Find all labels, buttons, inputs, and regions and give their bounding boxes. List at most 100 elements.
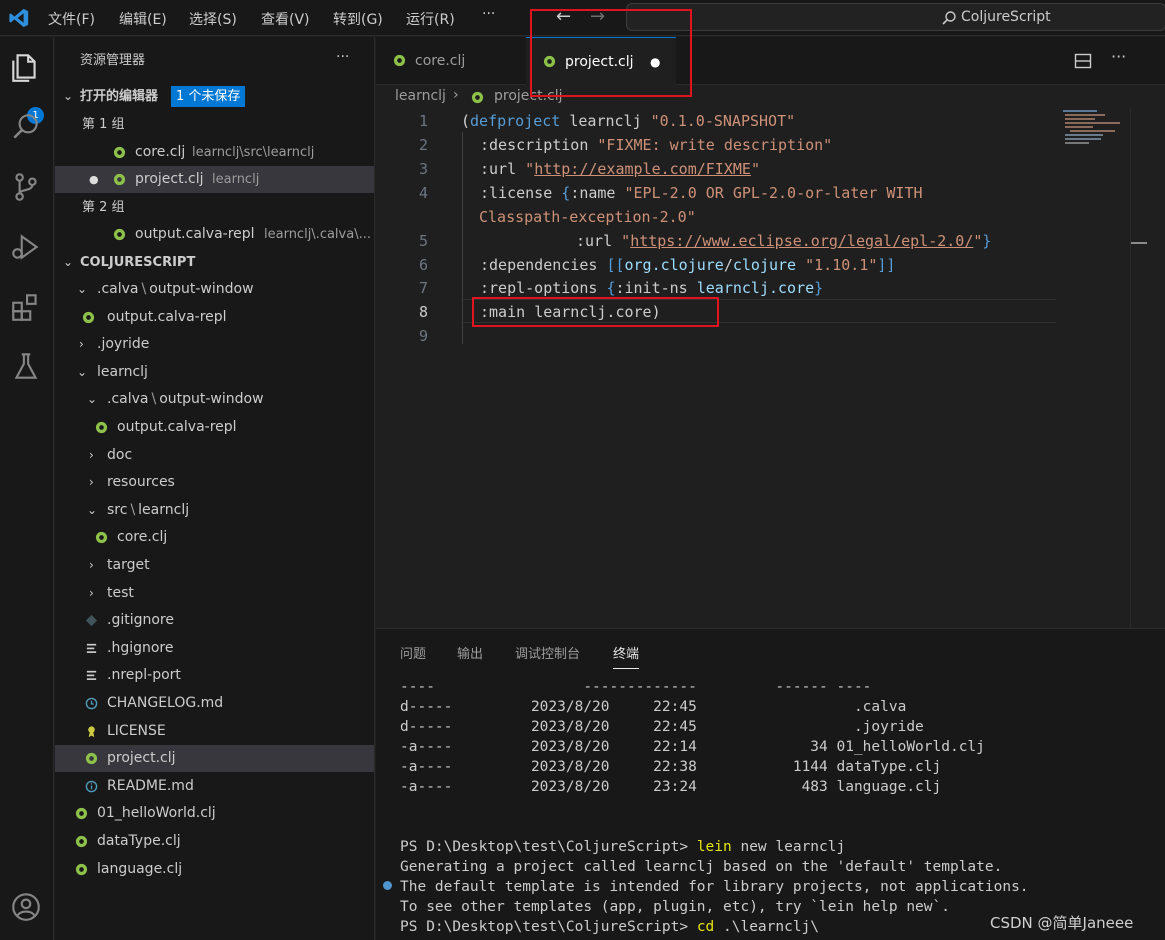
tree-item[interactable]: .nrepl-port bbox=[55, 662, 374, 689]
breadcrumb-folder[interactable]: learnclj bbox=[395, 88, 446, 104]
unsaved-dot-icon[interactable]: ● bbox=[89, 166, 99, 193]
tab-debug-console[interactable]: 调试控制台 bbox=[515, 643, 580, 662]
text-file-icon bbox=[86, 671, 97, 681]
extensions-icon[interactable] bbox=[9, 290, 43, 324]
code-token: " bbox=[621, 232, 631, 250]
chevron-right-icon: › bbox=[89, 447, 94, 462]
code-editor[interactable]: 1 2 3 4 5 6 7 8 9 (defproject learnclj "… bbox=[376, 108, 1130, 628]
terminal-command: cd bbox=[696, 919, 715, 935]
code-token: clojure bbox=[732, 256, 797, 274]
tree-item[interactable]: output.calva-repl bbox=[55, 414, 374, 441]
menu-file[interactable]: 文件(F) bbox=[48, 9, 95, 29]
tab-project-clj[interactable]: project.clj ● bbox=[526, 37, 676, 85]
account-icon[interactable] bbox=[9, 890, 43, 924]
terminal-line: d----- 2023/8/20 22:45 .joyride bbox=[400, 719, 924, 735]
menu-run[interactable]: 运行(R) bbox=[406, 9, 455, 29]
chevron-down-icon: ⌄ bbox=[87, 392, 98, 407]
tree-item[interactable]: ⌄ src \ learnclj bbox=[55, 497, 374, 524]
line-number: 6 bbox=[418, 256, 428, 274]
code-token: [[ bbox=[606, 256, 625, 274]
tree-item[interactable]: LICENSE bbox=[55, 718, 374, 745]
tab-output[interactable]: 输出 bbox=[457, 643, 483, 662]
split-editor-icon[interactable] bbox=[1074, 52, 1092, 70]
tab-terminal[interactable]: 终端 bbox=[613, 643, 640, 669]
tree-item[interactable]: 01_helloWorld.clj bbox=[55, 800, 374, 827]
run-debug-icon[interactable] bbox=[9, 230, 43, 264]
group-1-label: 第 1 组 bbox=[55, 111, 374, 138]
command-center[interactable]: ColjureScript bbox=[626, 3, 1165, 31]
tab-core-clj[interactable]: core.clj bbox=[376, 37, 526, 85]
line-number: 4 bbox=[418, 184, 428, 202]
tree-item[interactable]: › target bbox=[55, 552, 374, 579]
clojure-file-icon bbox=[113, 228, 126, 241]
tree-item-label: learnclj bbox=[97, 363, 148, 380]
tree-item[interactable]: › doc bbox=[55, 442, 374, 469]
source-control-icon[interactable] bbox=[9, 170, 43, 204]
tree-item[interactable]: CHANGELOG.md bbox=[55, 690, 374, 717]
tree-item[interactable]: README.md bbox=[55, 773, 374, 800]
tree-item[interactable]: project.clj bbox=[55, 745, 374, 773]
explorer-header: 资源管理器 ··· bbox=[55, 44, 374, 74]
search-icon[interactable] bbox=[9, 110, 43, 144]
code-url[interactable]: http://example.com/FIXME bbox=[534, 160, 751, 178]
menu-view[interactable]: 查看(V) bbox=[261, 9, 310, 29]
code-token: } bbox=[982, 232, 992, 250]
tree-item[interactable]: .hgignore bbox=[55, 635, 374, 662]
info-icon bbox=[85, 780, 98, 793]
explorer-more-button[interactable]: ··· bbox=[336, 44, 349, 71]
tree-item[interactable]: language.clj bbox=[55, 856, 374, 883]
menu-go[interactable]: 转到(G) bbox=[333, 9, 383, 29]
clojure-file-icon bbox=[95, 421, 108, 434]
explorer-title: 资源管理器 bbox=[80, 53, 146, 68]
tree-item[interactable]: core.clj bbox=[55, 524, 374, 551]
open-editor-output-calva-repl[interactable]: output.calva-repl learnclj\.calva\... bbox=[55, 221, 374, 248]
tree-item-label: 01_helloWorld.clj bbox=[97, 805, 216, 822]
tree-item[interactable]: ⌄ .calva \ output-window bbox=[55, 276, 374, 303]
editor-more-button[interactable]: ··· bbox=[1111, 47, 1126, 66]
scrollbar-marker bbox=[1131, 242, 1147, 244]
tree-item-label-compact: output-window bbox=[159, 391, 264, 408]
tree-item[interactable]: output.calva-repl bbox=[55, 304, 374, 331]
code-token: defproject bbox=[470, 112, 561, 130]
chevron-down-icon: ⌄ bbox=[87, 502, 98, 517]
code-url[interactable]: https://www.eclipse.org/legal/epl-2.0/ bbox=[630, 232, 973, 250]
open-editor-project-clj[interactable]: ● project.clj learnclj bbox=[55, 166, 374, 193]
chevron-down-icon: ⌄ bbox=[63, 255, 74, 269]
code-token: " bbox=[750, 160, 760, 178]
back-arrow-icon[interactable]: ← bbox=[556, 6, 571, 27]
menu-selection[interactable]: 选择(S) bbox=[189, 9, 237, 29]
tree-item[interactable]: dataType.clj bbox=[55, 828, 374, 855]
breadcrumb-file[interactable]: project.clj bbox=[494, 88, 563, 104]
menu-edit[interactable]: 编辑(E) bbox=[119, 9, 167, 29]
tree-item[interactable]: ⌄ .calva \ output-window bbox=[55, 386, 374, 413]
tab-problems[interactable]: 问题 bbox=[400, 643, 426, 662]
explorer-sidebar: 资源管理器 ··· ⌄ 打开的编辑器 1 个未保存 第 1 组 core.clj… bbox=[55, 37, 375, 940]
open-editor-path: learnclj bbox=[212, 172, 260, 187]
open-editors-header[interactable]: ⌄ 打开的编辑器 1 个未保存 bbox=[55, 83, 374, 110]
chevron-down-icon: ⌄ bbox=[77, 364, 88, 379]
minimap[interactable] bbox=[1060, 108, 1130, 148]
clojure-file-icon bbox=[113, 173, 126, 186]
line-number: 9 bbox=[418, 327, 428, 345]
testing-flask-icon[interactable] bbox=[9, 350, 43, 384]
code-line: :license {:name "EPL-2.0 OR GPL-2.0-or-l… bbox=[480, 184, 923, 202]
tree-item[interactable]: ⌄ learnclj bbox=[55, 359, 374, 386]
tree-item-label: .joyride bbox=[97, 336, 150, 353]
unsaved-dot-icon[interactable]: ● bbox=[650, 38, 660, 86]
terminal-line: To see other templates (app, plugin, etc… bbox=[400, 899, 950, 915]
terminal-output[interactable]: ---- ------------- ------ ---- d----- 202… bbox=[400, 677, 1029, 937]
tree-item[interactable]: › test bbox=[55, 580, 374, 607]
tree-item[interactable]: .gitignore bbox=[55, 607, 374, 634]
tree-item-label: doc bbox=[107, 446, 133, 463]
tree-item[interactable]: › .joyride bbox=[55, 331, 374, 358]
editor-scrollbar[interactable] bbox=[1130, 108, 1165, 628]
menu-more[interactable]: ··· bbox=[482, 6, 495, 22]
tree-path-separator: \ bbox=[151, 391, 157, 408]
code-token: :main bbox=[480, 303, 535, 321]
explorer-icon[interactable] bbox=[8, 51, 42, 85]
tree-item[interactable]: › resources bbox=[55, 469, 374, 496]
open-editor-core-clj[interactable]: core.clj learnclj\src\learnclj bbox=[55, 139, 374, 166]
forward-arrow-icon[interactable]: → bbox=[590, 6, 605, 27]
code-line: :main learnclj.core) bbox=[480, 303, 661, 321]
workspace-root-header[interactable]: ⌄ COLJURESCRIPT bbox=[55, 249, 374, 276]
